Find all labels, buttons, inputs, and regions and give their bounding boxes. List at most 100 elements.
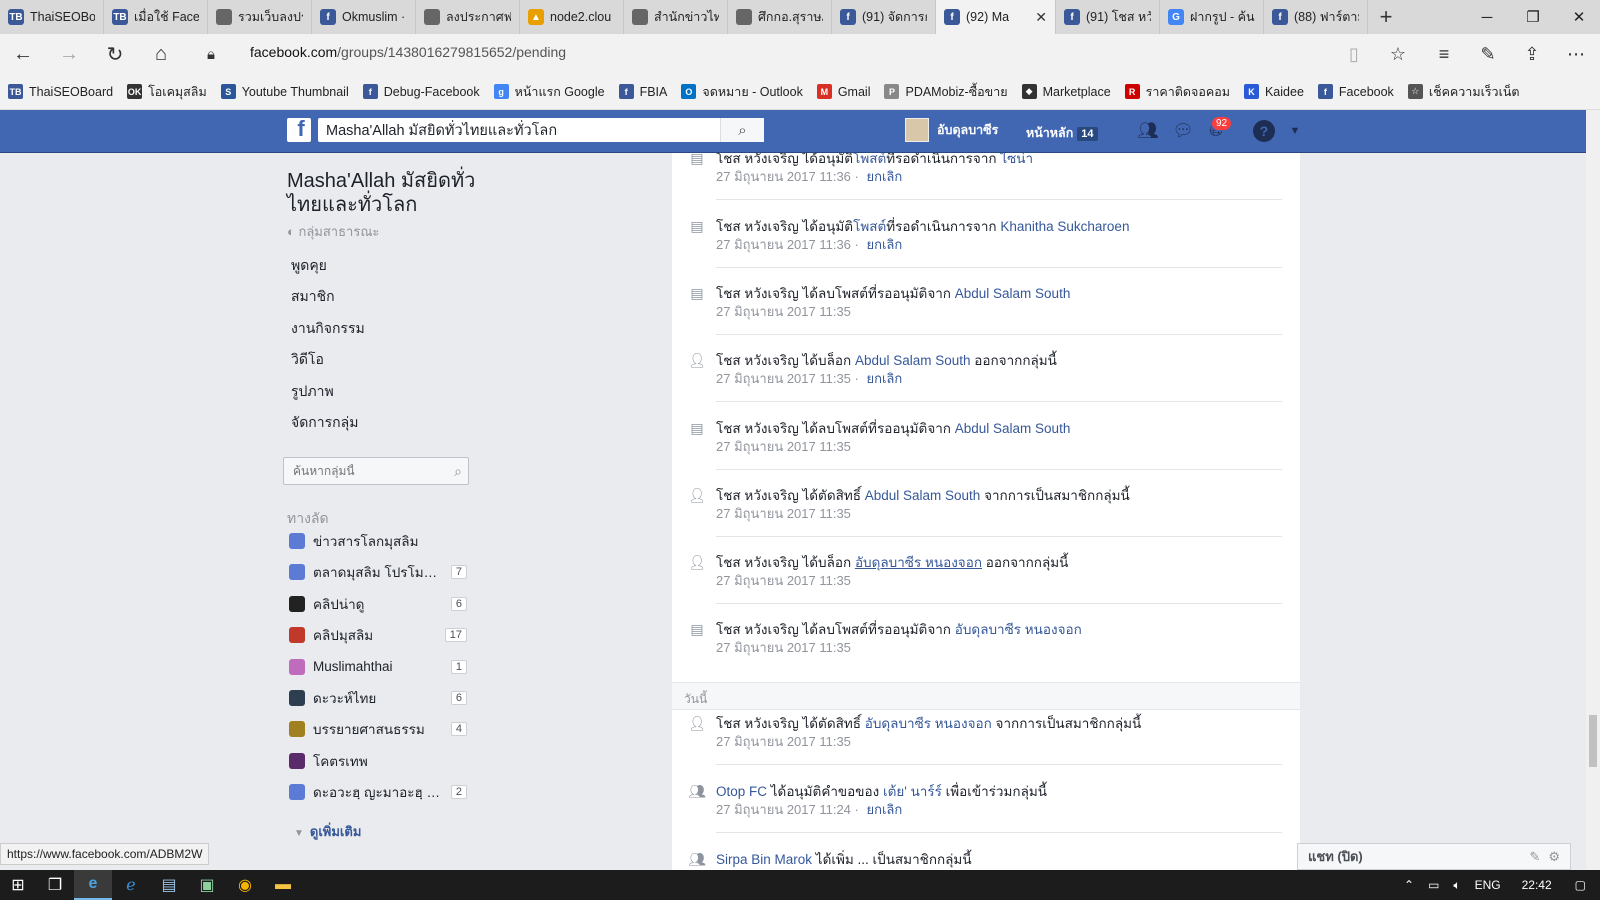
browser-tab[interactable]: f (91) จัดการก [832,0,936,34]
close-tab-icon[interactable]: ✕ [1035,9,1047,26]
volume-icon[interactable]: 🔈︎ [1453,878,1460,893]
browser-tab[interactable]: TB ThaiSEOBo [0,0,104,34]
favorite-link[interactable]: K Kaidee [1243,84,1304,99]
browser-tab[interactable]: ▲ node2.clou [520,0,624,34]
search-icon[interactable]: ⌕ [720,118,764,142]
activity-link[interactable]: โพสต์ [853,153,886,166]
activity-timestamp[interactable]: 27 มิถุนายน 2017 11:35 [716,304,851,319]
hub-icon[interactable]: ≡ [1422,34,1466,74]
shortcut-item[interactable]: คลิปน่าดู 6 [289,594,467,614]
activity-timestamp[interactable]: 27 มิถุนายน 2017 11:36 [716,237,851,252]
shortcut-item[interactable]: ดะอวะฮฺ ญะมาอะฮฺ ตับลีฆ 2 [289,782,467,802]
chevron-up-icon[interactable]: ⌃ [1404,878,1414,892]
group-nav-item[interactable]: งานกิจกรรม [291,318,365,340]
activity-timestamp[interactable]: 27 มิถุนายน 2017 11:36 [716,169,851,184]
facebook-logo-icon[interactable]: f [287,118,311,142]
group-nav-item[interactable]: จัดการกลุ่ม [291,412,358,434]
messenger-icon[interactable]: 💬︎ [1172,120,1194,142]
favorite-link[interactable]: TB ThaiSEOBoard [8,84,113,99]
favorite-link[interactable]: R ราคาติดจอคอม [1124,82,1230,102]
activity-timestamp[interactable]: 27 มิถุนายน 2017 11:35 [716,573,851,588]
activity-link[interactable]: โพสต์ [853,219,886,234]
activity-timestamp[interactable]: 27 มิถุนายน 2017 11:35 [716,371,851,386]
scrollbar-thumb[interactable] [1589,715,1597,767]
shortcut-item[interactable]: ตลาดมุสลิม โปรโมทสินค้า 7 [289,562,467,582]
web-note-icon[interactable]: ✎ [1466,34,1510,74]
activity-timestamp[interactable]: 27 มิถุนายน 2017 11:24 [716,802,851,817]
favorite-link[interactable]: ☆ เช็คความเร็วเน็ต [1407,82,1520,102]
group-nav-item[interactable]: สมาชิก [291,286,335,308]
favorite-link[interactable]: g หน้าแรก Google [493,82,605,102]
account-menu-chevron-icon[interactable]: ▼ [1284,120,1306,142]
url-field[interactable]: facebook.com/groups/1438016279815652/pen… [250,44,566,60]
activity-timestamp[interactable]: 27 มิถุนายน 2017 11:35 [716,640,851,655]
favorite-link[interactable]: f Debug-Facebook [362,84,480,99]
activity-link[interactable]: ไซน่า [1000,153,1033,166]
favorite-link[interactable]: O จดหมาย - Outlook [681,82,803,102]
shortcut-item[interactable]: บรรยายศาสนธรรม 4 [289,719,467,739]
activity-link[interactable]: Khanitha Sukcharoen [1000,219,1129,234]
group-title[interactable]: Masha'Allah มัสยิดทั่วไทยและทั่วโลก [287,169,487,217]
start-icon[interactable]: ⊞ [0,870,36,900]
facebook-search-input[interactable] [318,119,720,141]
undo-link[interactable]: ยกเลิก [866,169,902,184]
refresh-icon[interactable]: ↻ [92,34,138,74]
task-view-icon[interactable]: ❐ [36,870,74,900]
favorite-star-icon[interactable]: ☆ [1376,34,1420,74]
language-indicator[interactable]: ENG [1475,878,1501,892]
activity-link[interactable]: อับดุลบาซีร หนองจอก [865,716,992,731]
favorite-link[interactable]: ◆ Marketplace [1021,84,1111,99]
search-icon[interactable]: ⌕ [448,463,468,480]
activity-link[interactable]: Abdul Salam South [955,286,1071,301]
home-icon[interactable]: ⌂ [138,34,184,74]
shortcut-item[interactable]: ข่าวสารโลกมุสลิม [289,531,467,551]
activity-link[interactable]: Sirpa Bin Marok [716,852,812,867]
profile-link[interactable]: อับดุลบาซีร [905,118,998,142]
undo-link[interactable]: ยกเลิก [866,371,902,386]
favorite-link[interactable]: M Gmail [816,84,870,99]
home-link[interactable]: หน้าหลัก 14 [1026,123,1098,143]
activity-timestamp[interactable]: 27 มิถุนายน 2017 11:35 [716,734,851,749]
browser-tab[interactable]: f Okmuslim · [312,0,416,34]
shortcut-item[interactable]: Muslimahthai 1 [289,657,467,677]
favorite-link[interactable]: f FBIA [618,84,667,99]
action-center-icon[interactable]: ▢ [1575,878,1586,892]
group-nav-item[interactable]: พูดคุย [291,255,327,277]
activity-link[interactable]: Otop FC [716,784,767,799]
app-icon[interactable]: ▣ [188,870,226,900]
browser-tab[interactable]: ลงประกาศฟรี [416,0,520,34]
browser-tab[interactable]: f (88) ฟาร์ตาม [1264,0,1368,34]
activity-timestamp[interactable]: 27 มิถุนายน 2017 11:35 [716,506,851,521]
undo-link[interactable]: ยกเลิก [866,237,902,252]
forward-icon[interactable]: → [46,34,92,74]
favorite-link[interactable]: f Facebook [1317,84,1394,99]
group-nav-item[interactable]: วิดีโอ [291,349,324,371]
help-icon[interactable]: ? [1253,120,1275,142]
browser-tab[interactable]: รวมเว็บลงประ [208,0,312,34]
chrome-icon[interactable]: ◉ [226,870,264,900]
browser-tab[interactable]: สำนักข่าวไทย [624,0,728,34]
activity-timestamp[interactable]: 27 มิถุนายน 2017 11:35 [716,439,851,454]
browser-tab[interactable]: f (92) Ma ✕ [936,0,1056,34]
shortcut-item[interactable]: คลิปมุสลิม 17 [289,625,467,645]
undo-link[interactable]: ยกเลิก [866,802,902,817]
new-tab-icon[interactable]: + [1368,0,1404,34]
edge-icon[interactable]: e [74,870,112,900]
network-icon[interactable]: ▭ [1428,878,1439,892]
browser-tab[interactable]: f (91) โชส หวั [1056,0,1160,34]
favorite-link[interactable]: OK โอเคมุสลิม [127,82,207,102]
activity-link[interactable]: อับดุลบาซีร หนองจอก [955,622,1082,637]
gear-icon[interactable]: ⚙ [1548,849,1560,865]
internet-explorer-icon[interactable]: ℯ [112,870,150,900]
see-more-link[interactable]: ▼ ดูเพิ่มเติม [294,821,361,842]
favorite-link[interactable]: P PDAMobiz-ซื้อขาย [884,82,1008,102]
friend-requests-icon[interactable]: 👥︎ [1137,120,1159,142]
restore-icon[interactable]: ❐ [1510,0,1556,34]
more-icon[interactable]: ⋯ [1554,34,1598,74]
page-scrollbar[interactable] [1586,110,1600,870]
store-icon[interactable]: ▤ [150,870,188,900]
group-search-input[interactable] [284,464,448,478]
reading-view-icon[interactable]: ▯ [1332,34,1376,74]
activity-link[interactable]: Abdul Salam South [955,421,1071,436]
browser-tab[interactable]: ศึกกอ.สุราษฎ [728,0,832,34]
